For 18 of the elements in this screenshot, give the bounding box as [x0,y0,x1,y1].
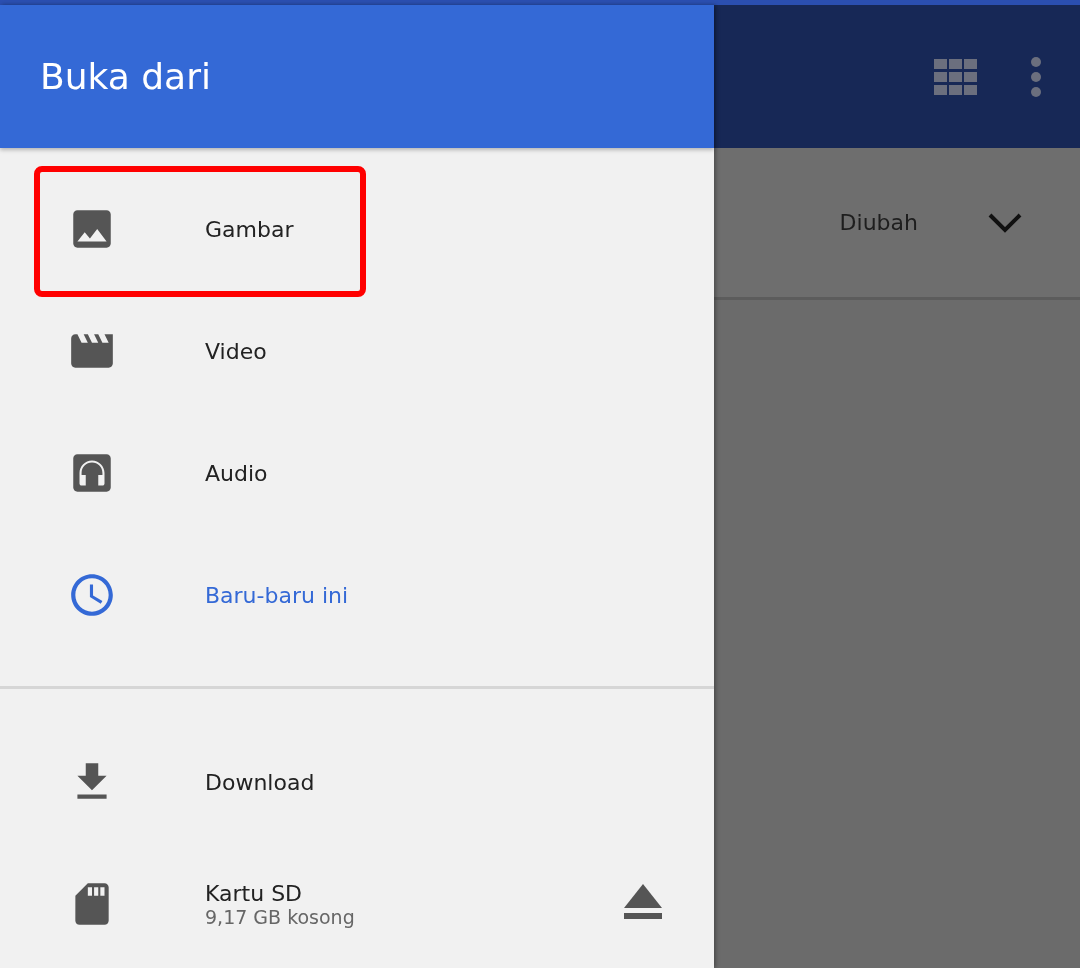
drawer-item[interactable]: Video [0,290,714,412]
item-label: Download [205,769,316,795]
item-label: Video [205,338,267,364]
drawer-item[interactable]: Baru-baru ini [0,534,714,656]
item-label: Audio [205,460,268,486]
item-label: Kartu SD [205,880,304,906]
item-label: Gambar [205,216,294,242]
item-label: Baru-baru ini [205,582,349,608]
more-options-icon[interactable] [1030,55,1042,98]
drawer-item[interactable]: Gambar [0,168,714,290]
drawer-item[interactable]: Download [0,721,714,843]
grid-view-icon[interactable] [934,58,978,95]
chevron-down-icon[interactable] [988,212,1022,233]
drawer-title: Buka dari [40,56,211,97]
eject-icon[interactable] [624,884,662,920]
item-subtitle: 9,17 GB kosong [205,905,356,928]
drawer-item[interactable]: Kartu SD 9,17 GB kosong [0,843,714,965]
drawer-item[interactable]: Audio [0,412,714,534]
